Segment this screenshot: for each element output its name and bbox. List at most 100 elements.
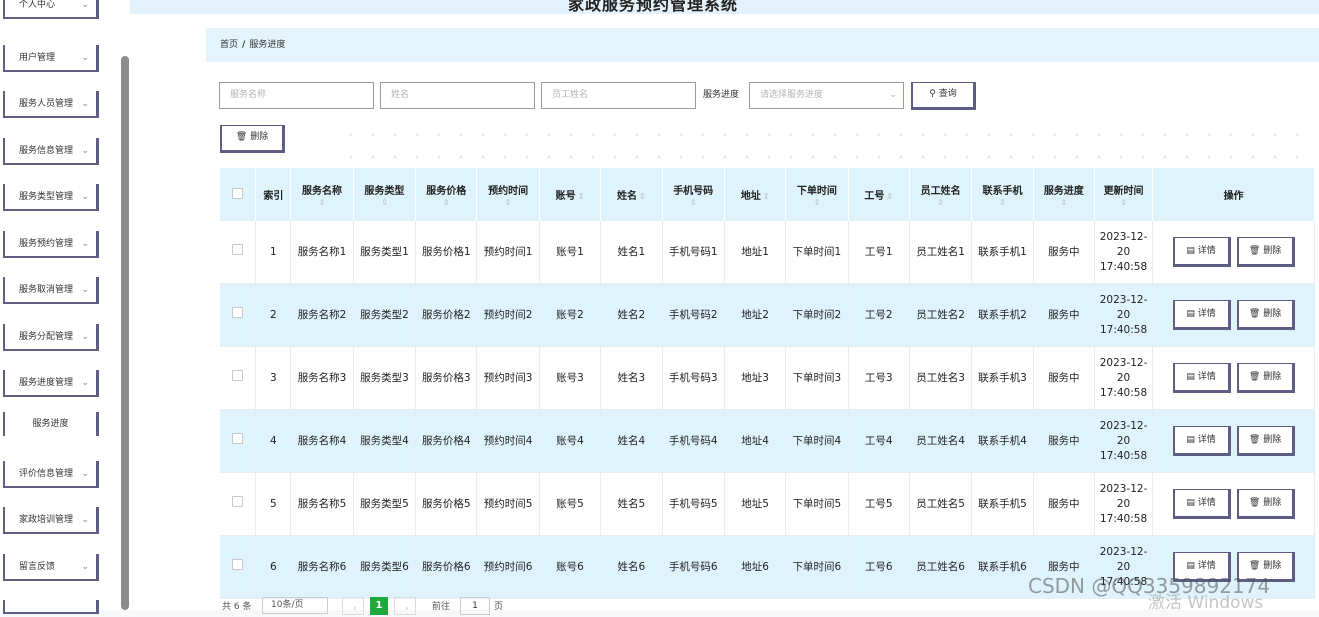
sort-icon[interactable]: ⇕ xyxy=(639,192,646,201)
column-header-updated[interactable]: 更新时间 ⇕ xyxy=(1094,168,1154,221)
sort-icon[interactable]: ⇕ xyxy=(910,199,971,207)
name-input[interactable]: 姓名 xyxy=(380,82,535,109)
sort-icon[interactable]: ⇕ xyxy=(477,199,538,207)
breadcrumb-home[interactable]: 首页 xyxy=(220,40,238,50)
contact-cell: 联系手机6 xyxy=(971,535,1034,599)
sidebar-subitem-progress[interactable]: 服务进度 xyxy=(3,412,99,436)
row-delete-button[interactable]: 🗑 删除 xyxy=(1236,489,1295,519)
sidebar-item-reviews[interactable]: 评价信息管理 ⌄ xyxy=(3,461,99,488)
service-name-cell: 服务名称5 xyxy=(290,472,354,536)
page-size-select[interactable]: 10条/页 xyxy=(262,597,328,614)
row-checkbox[interactable] xyxy=(232,370,244,381)
column-header-progress[interactable]: 服务进度 ⇕ xyxy=(1033,168,1095,221)
column-header-price[interactable]: 服务价格 ⇕ xyxy=(415,168,478,221)
price-cell: 服务价格2 xyxy=(415,283,478,347)
sidebar-item-staff[interactable]: 服务人员管理 ⌄ xyxy=(3,91,99,118)
page-number-current[interactable]: 1 xyxy=(370,597,388,615)
sidebar-item-training[interactable]: 家政培训管理 ⌄ xyxy=(3,507,99,534)
detail-button[interactable]: ▤ 详情 xyxy=(1172,237,1231,267)
sort-icon[interactable]: ⇕ xyxy=(354,199,415,207)
service-name-input[interactable]: 服务名称 xyxy=(219,82,374,109)
row-actions-cell: ▤ 详情 🗑 删除 xyxy=(1152,221,1315,284)
sidebar-item-allocation[interactable]: 服务分配管理 ⌄ xyxy=(3,324,99,351)
row-delete-button-label: 删除 xyxy=(1263,309,1282,319)
column-header-service-type[interactable]: 服务类型 ⇕ xyxy=(353,168,417,221)
progress-select-placeholder: 请选择服务进度 xyxy=(760,90,824,100)
progress-cell: 服务中 xyxy=(1033,472,1095,536)
select-all-checkbox[interactable] xyxy=(232,187,244,199)
sidebar-item-service-info[interactable]: 服务信息管理 ⌄ xyxy=(3,138,99,165)
sidebar-item-users[interactable]: 用户管理 ⌄ xyxy=(3,45,99,72)
sort-icon[interactable]: ⇕ xyxy=(416,199,476,207)
document-icon: ▤ xyxy=(1186,561,1198,571)
row-delete-button[interactable]: 🗑 删除 xyxy=(1236,300,1295,330)
column-header-contact[interactable]: 联系手机 ⇕ xyxy=(971,168,1034,221)
prev-page-button[interactable]: ‹ xyxy=(342,597,364,615)
sort-icon[interactable]: ⇕ xyxy=(291,199,352,207)
address-cell: 地址6 xyxy=(724,535,787,599)
batch-delete-button[interactable]: 🗑 删除 xyxy=(220,125,285,153)
sidebar-item-cancel[interactable]: 服务取消管理 ⌄ xyxy=(3,277,99,304)
staff-id-cell: 工号3 xyxy=(848,346,910,410)
sort-icon[interactable]: ⇕ xyxy=(578,192,585,201)
column-header-order-time[interactable]: 下单时间 ⇕ xyxy=(785,168,849,221)
sidebar-item-service-type[interactable]: 服务类型管理 ⌄ xyxy=(3,184,99,211)
sort-icon[interactable]: ⇕ xyxy=(1095,199,1152,207)
order-time-cell: 下单时间6 xyxy=(785,535,849,599)
row-delete-button[interactable]: 🗑 删除 xyxy=(1236,237,1295,267)
detail-button-label: 详情 xyxy=(1197,246,1216,256)
query-button-label: 查询 xyxy=(938,89,957,99)
next-page-button[interactable]: › xyxy=(394,597,416,615)
progress-select[interactable]: 请选择服务进度 ⌄ xyxy=(749,82,904,109)
booking-time-cell: 预约时间4 xyxy=(476,409,540,473)
column-header-staff-id[interactable]: 工号 ⇕ xyxy=(848,168,910,221)
document-icon: ▤ xyxy=(1186,309,1198,319)
column-header-address[interactable]: 地址 ⇕ xyxy=(724,168,787,221)
account-cell: 账号2 xyxy=(539,283,602,347)
column-header-staff-name[interactable]: 员工姓名 ⇕ xyxy=(909,168,973,221)
column-header-account[interactable]: 账号 ⇕ xyxy=(539,168,602,221)
progress-cell: 服务中 xyxy=(1033,283,1095,347)
document-icon: ▤ xyxy=(1186,246,1198,256)
detail-button[interactable]: ▤ 详情 xyxy=(1172,426,1231,456)
chevron-down-icon: ⌄ xyxy=(81,515,89,525)
sidebar-item-progress[interactable]: 服务进度管理 ⌄ xyxy=(3,370,99,397)
row-delete-button[interactable]: 🗑 删除 xyxy=(1236,426,1295,456)
column-header-service-name[interactable]: 服务名称 ⇕ xyxy=(290,168,354,221)
sidebar-item-booking[interactable]: 服务预约管理 ⌄ xyxy=(3,231,99,258)
detail-button[interactable]: ▤ 详情 xyxy=(1172,363,1231,393)
batch-delete-label: 删除 xyxy=(250,132,269,142)
account-cell: 账号1 xyxy=(539,221,602,284)
sort-icon[interactable]: ⇕ xyxy=(886,192,893,201)
detail-button[interactable]: ▤ 详情 xyxy=(1172,300,1231,330)
column-header-phone[interactable]: 手机号码 ⇕ xyxy=(662,168,725,221)
row-checkbox[interactable] xyxy=(232,496,244,507)
order-time-cell: 下单时间2 xyxy=(785,283,849,347)
chevron-right-icon: › xyxy=(405,604,409,614)
sort-icon[interactable]: ⇕ xyxy=(786,199,847,207)
row-delete-button[interactable]: 🗑 删除 xyxy=(1236,363,1295,393)
phone-cell: 手机号码1 xyxy=(662,221,725,284)
sort-icon[interactable]: ⇕ xyxy=(663,199,724,207)
updated-cell: 2023-12-20 17:40:58 xyxy=(1094,221,1154,284)
sort-icon[interactable]: ⇕ xyxy=(972,199,1032,207)
sidebar-scrollbar-thumb[interactable] xyxy=(121,56,129,610)
row-checkbox[interactable] xyxy=(232,559,244,570)
column-header-index: 索引 xyxy=(255,168,292,221)
query-button[interactable]: ⚲ 查询 xyxy=(911,82,976,110)
detail-button[interactable]: ▤ 详情 xyxy=(1172,489,1231,519)
column-header-name[interactable]: 姓名 ⇕ xyxy=(600,168,663,221)
sidebar-item-more[interactable] xyxy=(3,600,99,614)
account-cell: 账号4 xyxy=(539,409,602,473)
row-checkbox[interactable] xyxy=(232,307,244,318)
sidebar-item-personal-center[interactable]: 个人中心 ⌄ xyxy=(3,0,99,19)
staff-name-input[interactable]: 员工姓名 xyxy=(541,82,696,109)
goto-page-input[interactable]: 1 xyxy=(460,597,490,615)
row-checkbox[interactable] xyxy=(232,433,244,444)
sort-icon[interactable]: ⇕ xyxy=(1034,199,1094,207)
row-checkbox[interactable] xyxy=(232,244,244,255)
sidebar-item-feedback[interactable]: 留言反馈 ⌄ xyxy=(3,554,99,581)
sidebar-item-label: 服务信息管理 xyxy=(19,146,74,156)
sort-icon[interactable]: ⇕ xyxy=(763,192,770,201)
column-header-booking-time[interactable]: 预约时间 ⇕ xyxy=(476,168,540,221)
